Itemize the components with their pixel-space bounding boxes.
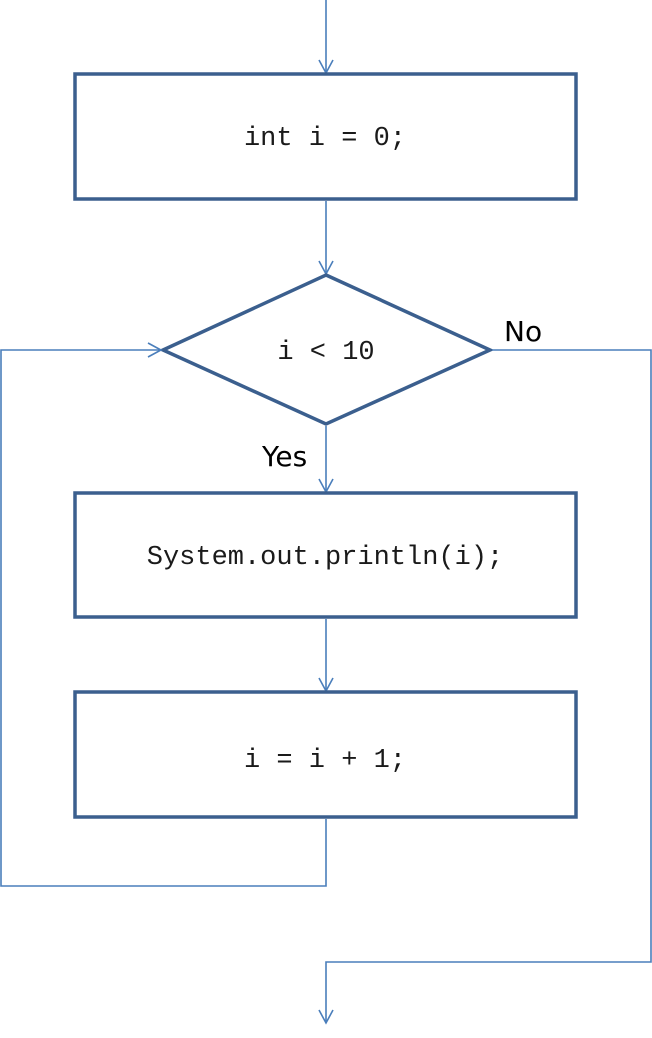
no-connector [318, 349, 652, 1025]
entry-connector [318, 0, 334, 75]
increment-process-box: i = i + 1; [73, 690, 578, 819]
init-text: int i = 0; [244, 124, 406, 154]
increment-text: i = i + 1; [244, 746, 406, 776]
condition-text: i < 10 [277, 338, 374, 368]
yes-connector [318, 426, 334, 494]
print-process-box: System.out.println(i); [73, 491, 578, 619]
no-label: No [504, 315, 542, 348]
condition-decision-diamond: i < 10 [158, 273, 495, 426]
print-to-increment-connector [318, 619, 334, 693]
init-to-condition-connector [318, 201, 334, 276]
yes-label: Yes [261, 440, 307, 473]
flowchart: int i = 0; i < 10 Yes System.out.println… [0, 0, 652, 1025]
init-process-box: int i = 0; [73, 72, 578, 201]
print-text: System.out.println(i); [147, 543, 503, 573]
